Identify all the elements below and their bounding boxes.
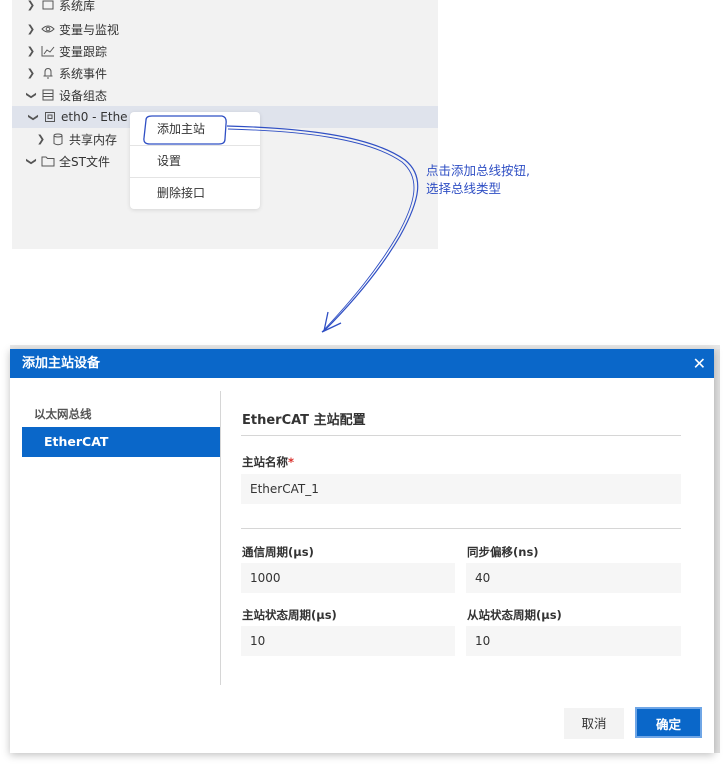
dialog-title: 添加主站设备 <box>22 356 101 371</box>
tree-item-device-config[interactable]: ❯ 设备组态 <box>24 84 108 106</box>
cancel-button[interactable]: 取消 <box>564 708 624 739</box>
tree-item-label: 变量跟踪 <box>59 44 108 59</box>
tree-item-all-st-files[interactable]: ❯ 全ST文件 <box>24 150 110 172</box>
annotation-line-1: 点击添加总线按钮, <box>426 163 530 178</box>
menu-item-add-master[interactable]: 添加主站 <box>130 114 260 144</box>
master-status-cycle-input[interactable]: 10 <box>241 626 455 656</box>
tree-item-shared-memory[interactable]: ❯ 共享内存 <box>34 128 117 150</box>
chevron-right-icon[interactable]: ❯ <box>34 134 48 145</box>
tree-item-label: 共享内存 <box>69 132 118 147</box>
tree-item-variable-trace[interactable]: ❯ 变量跟踪 <box>24 40 107 62</box>
ok-button[interactable]: 确定 <box>635 707 702 738</box>
bell-icon <box>40 66 56 80</box>
tree-item-label: 系统库 <box>59 0 96 13</box>
add-master-dialog: 添加主站设备 ✕ 以太网总线 EtherCAT EtherCAT 主站配置 主站… <box>10 349 714 753</box>
tree-item-label: 变量与监视 <box>59 22 120 37</box>
tree-item-label: eth0 - Ethe <box>61 110 128 124</box>
section-divider <box>241 435 681 436</box>
background-window-edge <box>714 349 720 753</box>
tree-item-label: 系统事件 <box>59 66 108 81</box>
folder-icon <box>40 154 56 168</box>
sync-offset-input[interactable]: 40 <box>466 563 681 593</box>
tree-item-variables-monitor[interactable]: ❯ 变量与监视 <box>24 18 119 40</box>
menu-item-settings[interactable]: 设置 <box>130 146 260 176</box>
annotation-line-2: 选择总线类型 <box>426 181 502 196</box>
tree-item-label: 设备组态 <box>59 88 108 103</box>
chevron-right-icon[interactable]: ❯ <box>24 0 38 11</box>
chevron-right-icon[interactable]: ❯ <box>24 24 38 35</box>
library-icon <box>40 0 56 12</box>
chevron-down-icon[interactable]: ❯ <box>26 88 37 102</box>
tree-item-system-events[interactable]: ❯ 系统事件 <box>24 62 107 84</box>
chevron-right-icon[interactable]: ❯ <box>24 68 38 79</box>
slave-status-cycle-label: 从站状态周期(µs) <box>467 608 562 622</box>
bus-type-nav: 以太网总线 EtherCAT <box>10 378 220 684</box>
master-status-cycle-label: 主站状态周期(µs) <box>242 608 337 622</box>
menu-item-delete-interface[interactable]: 删除接口 <box>130 178 260 208</box>
master-name-input[interactable]: EtherCAT_1 <box>241 474 681 504</box>
chevron-down-icon[interactable]: ❯ <box>26 154 37 168</box>
tree-item-label: 全ST文件 <box>59 154 110 169</box>
chevron-down-icon[interactable]: ❯ <box>28 110 39 124</box>
section-title: EtherCAT 主站配置 <box>242 413 366 428</box>
master-name-label: 主站名称* <box>242 455 295 469</box>
comm-cycle-label: 通信周期(µs) <box>242 545 314 559</box>
device-config-icon <box>40 88 56 102</box>
required-marker: * <box>288 455 295 469</box>
cylinder-icon <box>50 132 66 146</box>
dialog-header: 添加主站设备 ✕ <box>10 349 714 378</box>
sync-offset-label: 同步偏移(ns) <box>467 545 539 559</box>
eye-icon <box>40 22 56 36</box>
chevron-right-icon[interactable]: ❯ <box>24 46 38 57</box>
tree-item-system-library[interactable]: ❯ 系统库 <box>24 0 95 16</box>
context-menu: 添加主站 设置 删除接口 <box>130 112 260 209</box>
close-icon[interactable]: ✕ <box>693 349 706 378</box>
slave-status-cycle-input[interactable]: 10 <box>466 626 681 656</box>
section-divider <box>241 528 681 529</box>
annotation-note: 点击添加总线按钮, 选择总线类型 <box>426 162 530 198</box>
nav-group-ethernet-bus: 以太网总线 <box>34 407 92 421</box>
comm-cycle-input[interactable]: 1000 <box>241 563 455 593</box>
nav-item-ethercat[interactable]: EtherCAT <box>22 427 220 457</box>
network-port-icon <box>42 110 58 124</box>
chart-line-icon <box>40 44 56 58</box>
vertical-divider <box>220 391 221 685</box>
